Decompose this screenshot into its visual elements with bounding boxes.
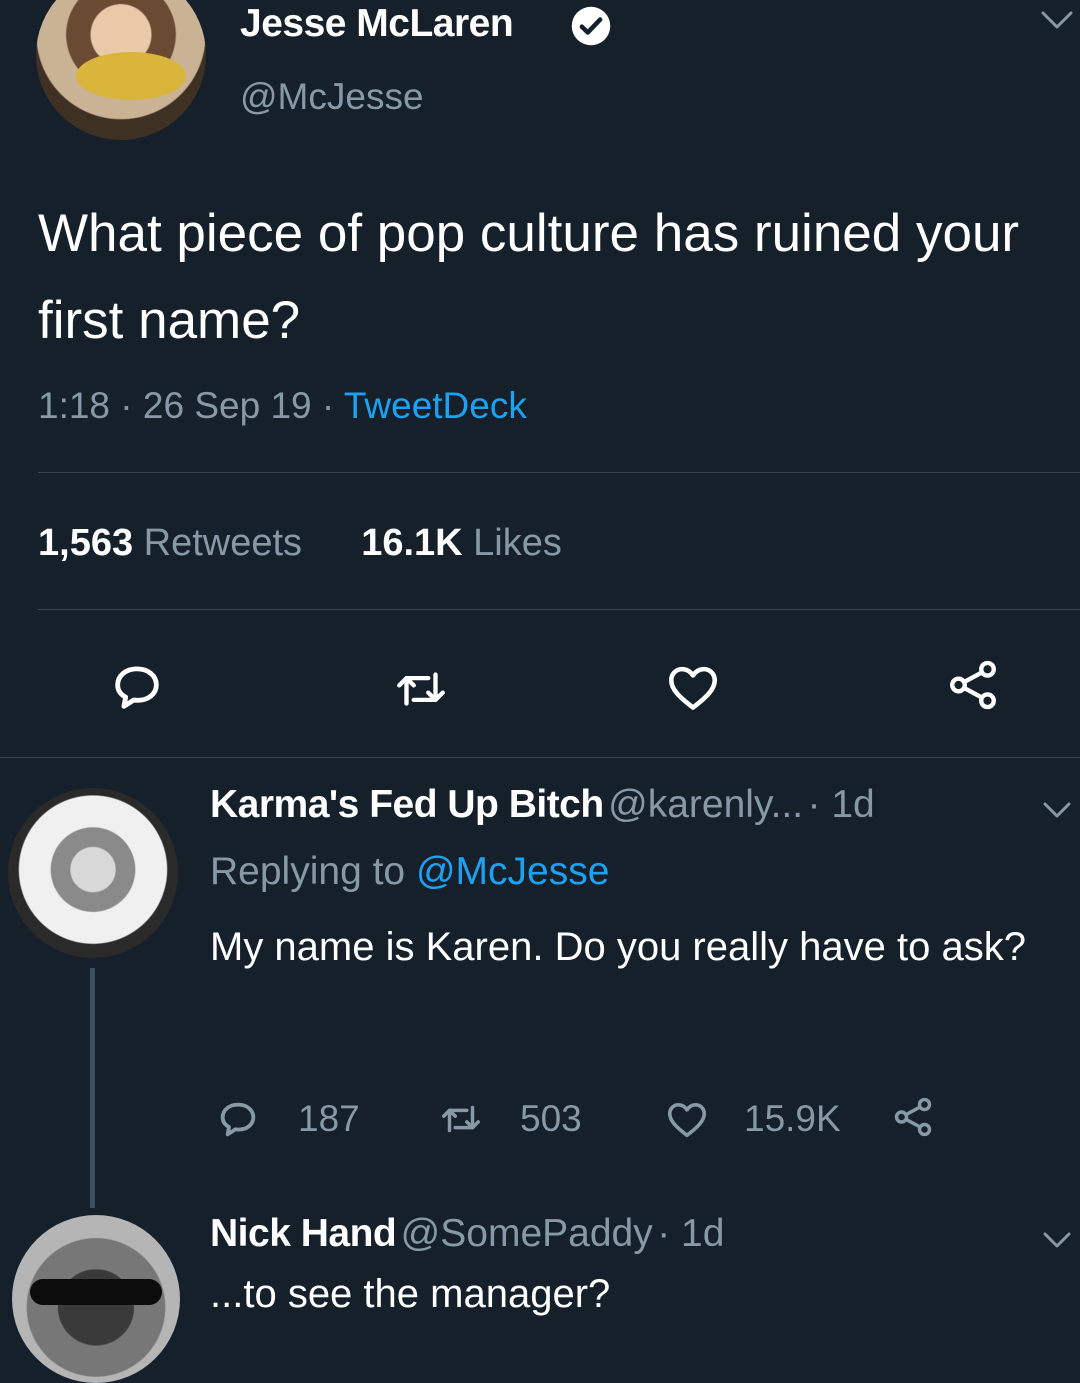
reply-author-handle[interactable]: @karenly... bbox=[608, 783, 803, 826]
replying-to: Replying to @McJesse bbox=[210, 850, 609, 894]
avatar-badge bbox=[76, 52, 186, 100]
divider bbox=[38, 472, 1080, 473]
tweet-time: 1:18 bbox=[38, 385, 111, 426]
chevron-down-icon[interactable] bbox=[1040, 8, 1074, 32]
reply-text: ...to see the manager? bbox=[210, 1272, 611, 1316]
avatar-sunglasses bbox=[30, 1279, 162, 1305]
author-avatar[interactable] bbox=[36, 0, 206, 140]
share-icon[interactable] bbox=[944, 656, 1002, 714]
reply-age: · 1d bbox=[807, 783, 875, 826]
meta-separator: · bbox=[311, 385, 344, 426]
heart-icon[interactable] bbox=[664, 1096, 710, 1142]
meta-separator: · bbox=[110, 385, 143, 426]
reply-header: Nick Hand @SomePaddy · 1d bbox=[210, 1212, 724, 1256]
reply-author-avatar[interactable] bbox=[12, 1215, 180, 1383]
share-icon[interactable] bbox=[890, 1094, 936, 1140]
reply-author-name[interactable]: Karma's Fed Up Bitch bbox=[210, 783, 604, 826]
tweet-text: What piece of pop culture has ruined you… bbox=[38, 204, 1020, 350]
reply-author-name[interactable]: Nick Hand bbox=[210, 1212, 397, 1255]
reply-age: · 1d bbox=[657, 1212, 725, 1255]
reply-header: Karma's Fed Up Bitch @karenly... · 1d bbox=[210, 783, 875, 827]
retweet-icon[interactable] bbox=[438, 1096, 484, 1142]
retweet-icon[interactable] bbox=[392, 660, 450, 718]
heart-icon[interactable] bbox=[664, 658, 722, 716]
retweets-stat[interactable]: 1,563 Retweets bbox=[38, 522, 302, 564]
tweet-source-link[interactable]: TweetDeck bbox=[344, 385, 527, 426]
divider bbox=[0, 757, 1080, 758]
divider bbox=[38, 609, 1080, 610]
tweet-date: 26 Sep 19 bbox=[142, 385, 312, 426]
replying-prefix: Replying to bbox=[210, 850, 406, 893]
retweet-count: 503 bbox=[520, 1098, 582, 1139]
reply-author-handle[interactable]: @SomePaddy bbox=[401, 1212, 653, 1255]
like-count: 15.9K bbox=[744, 1098, 841, 1139]
tweet-meta: 1:18 · 26 Sep 19 · TweetDeck bbox=[38, 385, 527, 427]
author-name[interactable]: Jesse McLaren bbox=[240, 2, 514, 46]
thread-line bbox=[90, 968, 95, 1208]
likes-label: Likes bbox=[473, 522, 562, 564]
tweet-stats: 1,563 Retweets 16.1K Likes bbox=[38, 522, 562, 565]
reply-count: 187 bbox=[298, 1098, 360, 1139]
mention-link[interactable]: @McJesse bbox=[416, 850, 609, 893]
likes-count: 16.1K bbox=[361, 522, 463, 564]
reply-icon[interactable] bbox=[108, 658, 166, 716]
verified-badge-icon bbox=[571, 6, 611, 46]
reply-author-avatar[interactable] bbox=[8, 788, 178, 958]
chevron-down-icon[interactable] bbox=[1042, 1230, 1072, 1250]
chevron-down-icon[interactable] bbox=[1042, 800, 1072, 820]
retweets-count: 1,563 bbox=[38, 522, 134, 564]
author-handle[interactable]: @McJesse bbox=[240, 76, 424, 118]
likes-stat[interactable]: 16.1K Likes bbox=[361, 522, 562, 564]
reply-text: My name is Karen. Do you really have to … bbox=[210, 925, 1026, 969]
retweets-label: Retweets bbox=[143, 522, 303, 564]
reply-icon[interactable] bbox=[215, 1096, 261, 1142]
